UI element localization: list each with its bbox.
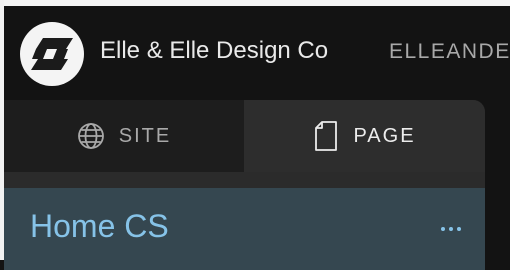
more-options-button[interactable] <box>436 222 466 236</box>
page-title[interactable]: Home CS <box>30 208 169 245</box>
page-list-item[interactable]: Home CS <box>4 188 485 270</box>
pages-panel: SITE PAGE Home CS <box>4 100 485 270</box>
site-header: Elle & Elle Design Co ELLEANDE <box>0 6 510 100</box>
tab-page[interactable]: PAGE <box>244 100 485 172</box>
page-icon <box>313 120 339 152</box>
site-logo[interactable] <box>20 22 84 86</box>
site-handle: ELLEANDE <box>389 40 510 63</box>
tab-page-label: PAGE <box>353 124 416 147</box>
stylized-s-logo-icon <box>31 38 73 70</box>
site-name[interactable]: Elle & Elle Design Co <box>100 37 328 65</box>
tab-site-label: SITE <box>118 124 172 147</box>
ellipsis-icon <box>441 227 461 231</box>
tab-site[interactable]: SITE <box>4 100 244 172</box>
globe-icon <box>77 122 105 150</box>
